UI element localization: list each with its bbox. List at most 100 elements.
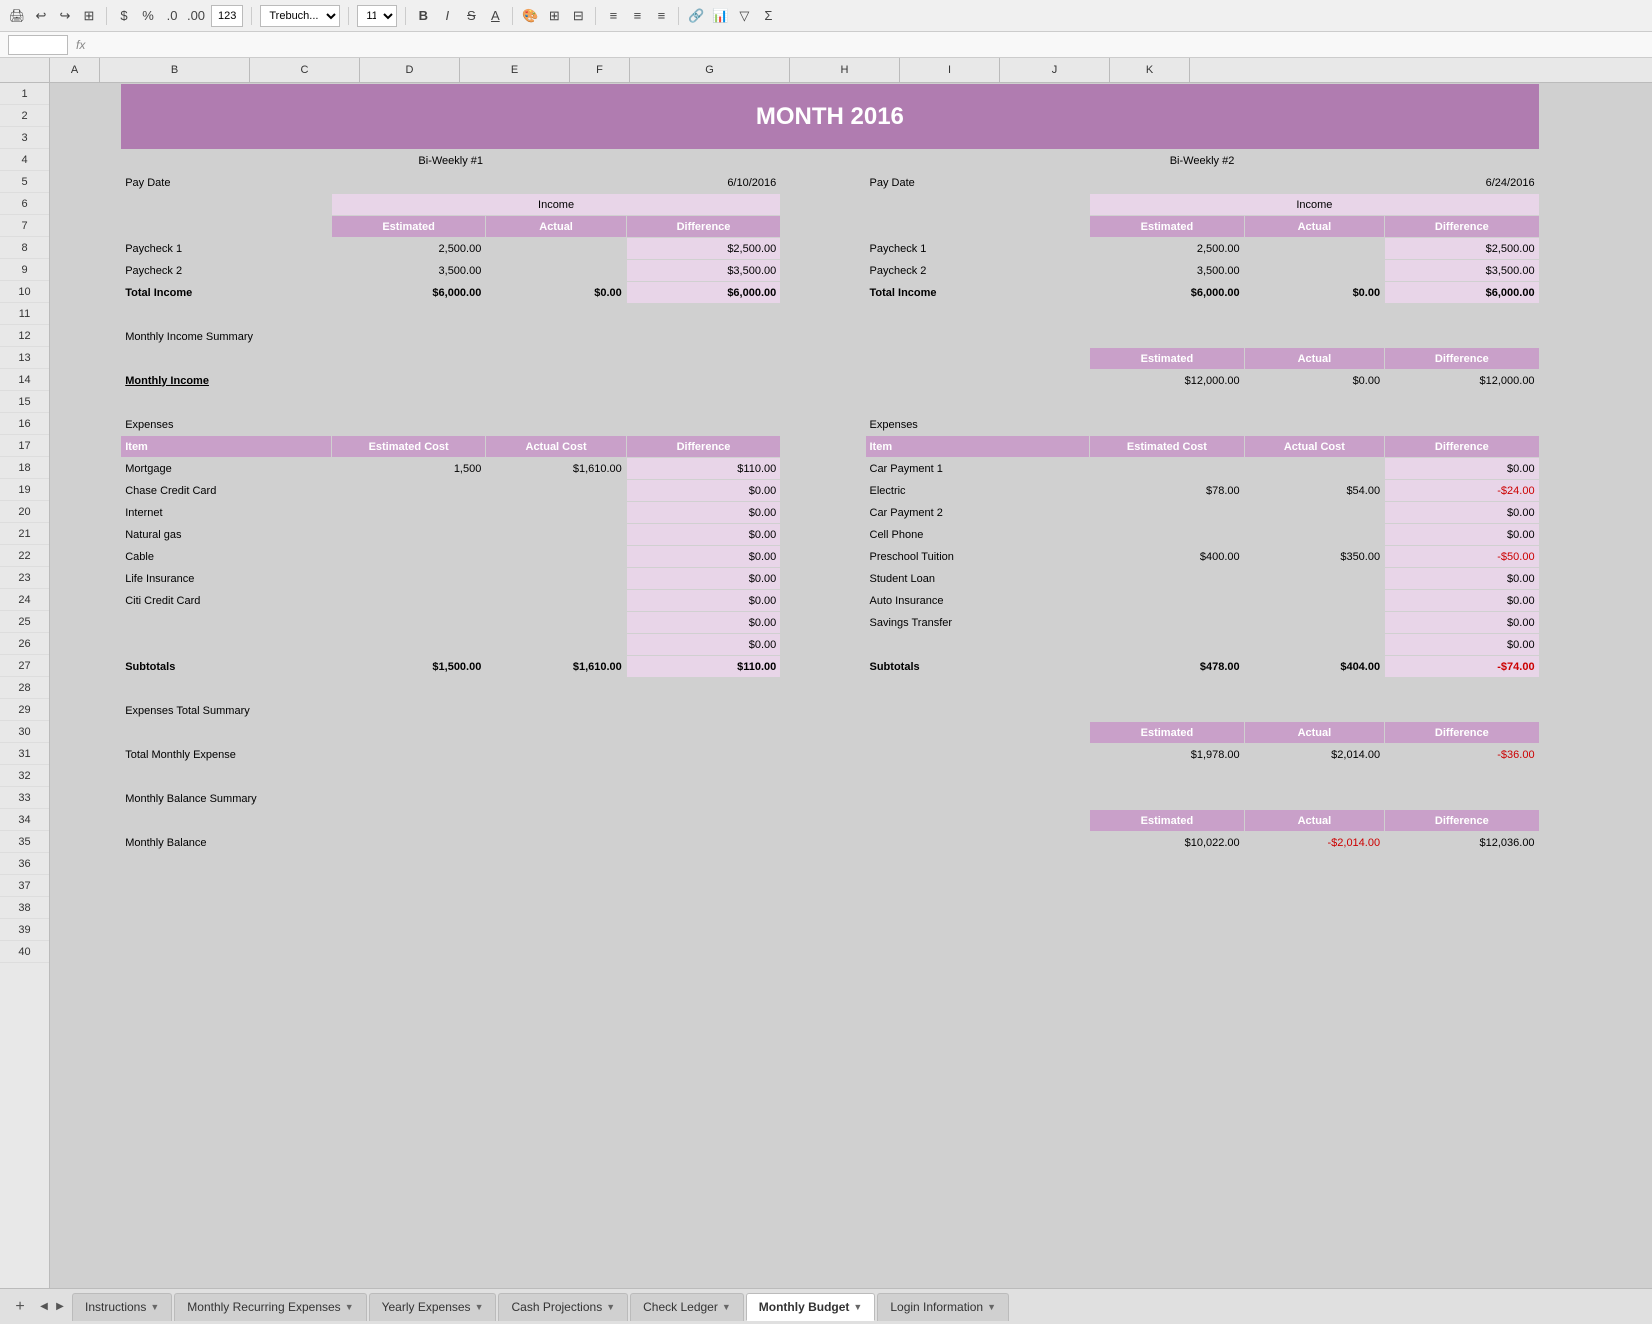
cell-b35[interactable]: Monthly Balance [121,832,332,854]
cell-c22[interactable] [331,546,485,568]
number-format-select[interactable]: 123 [211,5,243,27]
cell-b8[interactable]: Paycheck 1 [121,238,332,260]
chart-icon[interactable]: 📊 [711,7,729,25]
cell-d27[interactable]: $1,610.00 [486,656,626,678]
cell-c28[interactable] [331,678,485,700]
cell-a16[interactable] [51,414,121,436]
cell-a22[interactable] [51,546,121,568]
cell-g13[interactable] [865,348,1090,370]
cell-h9[interactable]: 3,500.00 [1090,260,1244,282]
cell-title[interactable]: MONTH 2016 [121,84,1539,150]
cell-i10[interactable]: $0.00 [1244,282,1384,304]
cell-b21[interactable]: Natural gas [121,524,332,546]
cell-d30[interactable] [486,722,626,744]
cell-e35[interactable] [626,832,780,854]
font-select[interactable]: Trebuch... [260,5,340,27]
cell-g10[interactable]: Total Income [865,282,1090,304]
cell-b9[interactable]: Paycheck 2 [121,260,332,282]
cell-j21[interactable]: $0.00 [1385,524,1539,546]
cell-h35[interactable]: $10,022.00 [1090,832,1244,854]
cell-income1-label[interactable]: Income [331,194,780,216]
cell-e7[interactable]: Difference [626,216,780,238]
cell-j34[interactable]: Difference [1385,810,1539,832]
cell-a28[interactable] [51,678,121,700]
cell-g5-paydate[interactable]: Pay Date [865,172,1090,194]
align-right-icon[interactable]: ≡ [652,7,670,25]
bold-button[interactable]: B [414,7,432,25]
cell-d10[interactable]: $0.00 [486,282,626,304]
tab-nav-left[interactable]: ◀ [36,1299,52,1315]
cell-a19[interactable] [51,480,121,502]
cell-i22[interactable]: $350.00 [1244,546,1384,568]
cell-g11[interactable] [865,304,1090,326]
cell-i17[interactable]: Actual Cost [1244,436,1384,458]
cell-k26[interactable] [1539,634,1651,656]
cell-a9[interactable] [51,260,121,282]
cell-k25[interactable] [1539,612,1651,634]
cell-h5[interactable] [1090,172,1244,194]
cell-j13[interactable]: Difference [1385,348,1539,370]
cell-a14[interactable] [51,370,121,392]
cell-f32[interactable] [781,766,865,788]
cell-a3[interactable] [51,128,121,150]
cell-b32[interactable] [121,766,332,788]
cell-e21[interactable]: $0.00 [626,524,780,546]
cell-h10[interactable]: $6,000.00 [1090,282,1244,304]
cell-e9[interactable]: $3,500.00 [626,260,780,282]
cell-h8[interactable]: 2,500.00 [1090,238,1244,260]
cell-i25[interactable] [1244,612,1384,634]
cell-e30[interactable] [626,722,780,744]
cell-d26[interactable] [486,634,626,656]
cell-h20[interactable] [1090,502,1244,524]
cell-f15[interactable] [781,392,865,414]
cell-g9[interactable]: Paycheck 2 [865,260,1090,282]
cell-h36[interactable] [1090,854,1244,876]
cell-i32[interactable] [1244,766,1384,788]
tab-yearly-expenses[interactable]: Yearly Expenses ▼ [369,1293,497,1321]
cell-k10[interactable] [1539,282,1651,304]
cell-b14[interactable]: Monthly Income [121,370,332,392]
cell-b13[interactable] [121,348,332,370]
cell-c31[interactable] [331,744,485,766]
cell-a20[interactable] [51,502,121,524]
format-paint-icon[interactable]: ⊞ [80,7,98,25]
col-header-k[interactable]: K [1110,58,1190,82]
cell-a18[interactable] [51,458,121,480]
cell-income2-label[interactable]: Income [1090,194,1539,216]
font-size-select[interactable]: 11 [357,5,397,27]
cell-k15[interactable] [1539,392,1651,414]
cell-h27[interactable]: $478.00 [1090,656,1244,678]
cell-j30[interactable]: Difference [1385,722,1539,744]
cell-k6[interactable] [1539,194,1651,216]
cell-a33[interactable] [51,788,121,810]
cell-expenses-total-label[interactable]: Expenses Total Summary [121,700,1539,722]
cell-c27[interactable]: $1,500.00 [331,656,485,678]
cell-g31[interactable] [865,744,1090,766]
cell-a38[interactable] [51,898,121,920]
decimal1-icon[interactable]: .0 [163,7,181,25]
col-header-j[interactable]: J [1000,58,1110,82]
cell-h24[interactable] [1090,590,1244,612]
cell-j7[interactable]: Difference [1385,216,1539,238]
cell-j31[interactable]: -$36.00 [1385,744,1539,766]
cell-d15[interactable] [486,392,626,414]
cell-j20[interactable]: $0.00 [1385,502,1539,524]
cell-c34[interactable] [331,810,485,832]
col-header-b[interactable]: B [100,58,250,82]
cell-k1[interactable] [1539,84,1651,106]
cell-f24[interactable] [781,590,865,612]
cell-i5[interactable] [1244,172,1384,194]
cell-i9[interactable] [1244,260,1384,282]
cell-b18[interactable]: Mortgage [121,458,332,480]
cell-j36[interactable] [1385,854,1539,876]
cell-g14[interactable] [865,370,1090,392]
cell-g24[interactable]: Auto Insurance [865,590,1090,612]
cell-f36[interactable] [781,854,865,876]
cell-h7[interactable]: Estimated [1090,216,1244,238]
cell-c5[interactable] [331,172,485,194]
cell-c21[interactable] [331,524,485,546]
cell-a35[interactable] [51,832,121,854]
cell-i26[interactable] [1244,634,1384,656]
cell-h32[interactable] [1090,766,1244,788]
cell-c14[interactable] [331,370,485,392]
